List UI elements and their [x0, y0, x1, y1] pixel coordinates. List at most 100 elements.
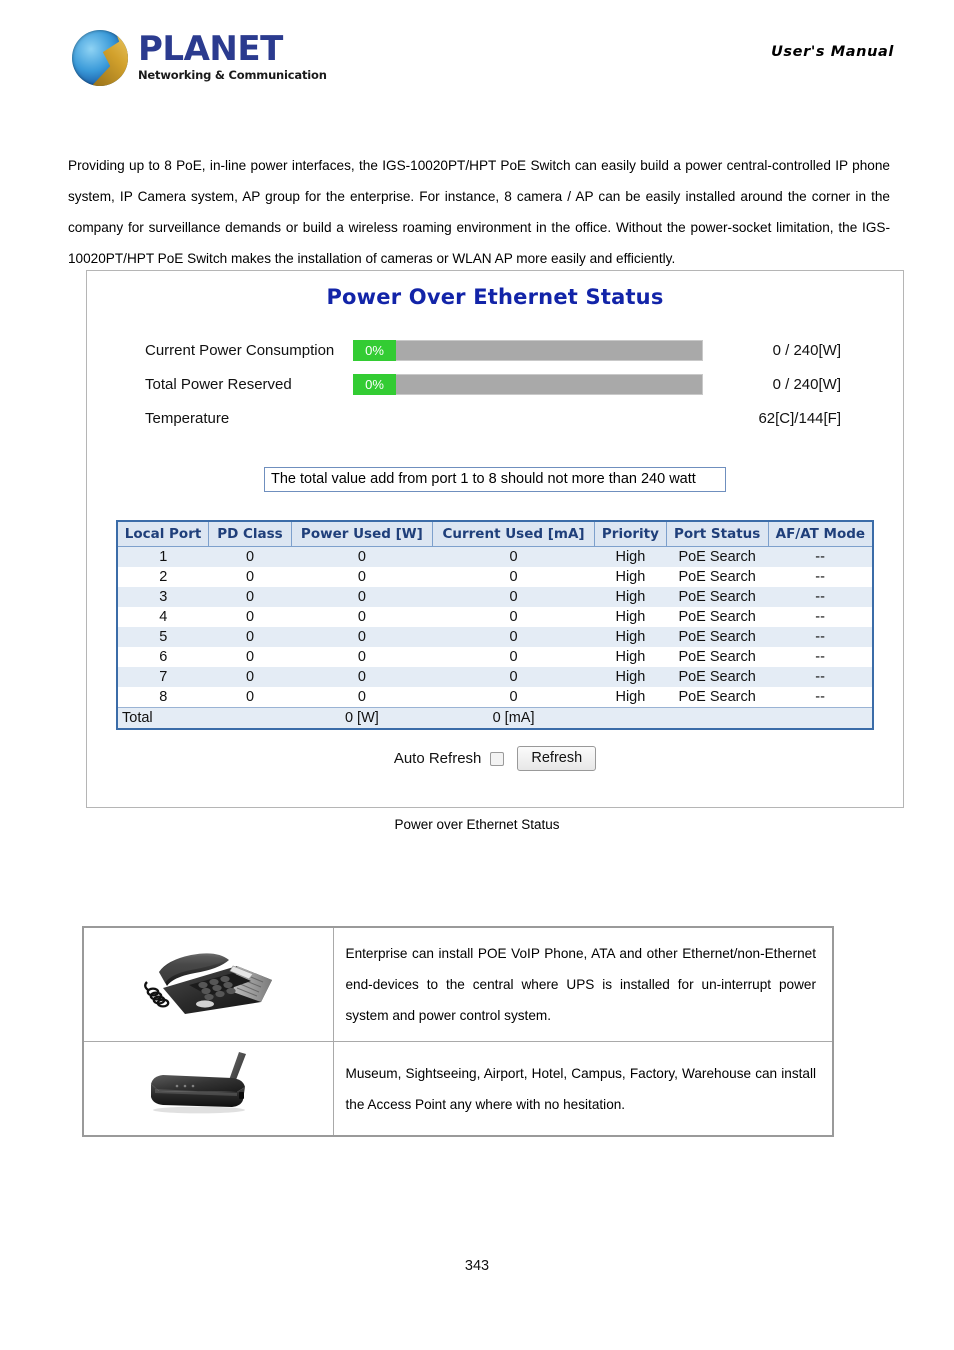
cell-pd-class: 0 — [208, 667, 292, 687]
table-row: Museum, Sightseeing, Airport, Hotel, Cam… — [82, 1041, 834, 1137]
cell-pd-class: 0 — [208, 627, 292, 647]
temperature-row: Temperature 62[C]/144[F] — [145, 407, 903, 429]
page-number: 343 — [464, 1258, 490, 1274]
refresh-controls: Auto Refresh Refresh — [87, 746, 903, 771]
cell-power-used: 0 — [291, 627, 433, 647]
cell-current-used: 0 — [432, 546, 595, 567]
cell-port-status: PoE Search — [666, 687, 769, 708]
cell-current-used: 0 — [432, 687, 595, 708]
cell-port-status: PoE Search — [666, 627, 769, 647]
cell-local-port: 7 — [118, 667, 209, 687]
cell-local-port: 3 — [118, 587, 209, 607]
meter-row-total-power-reserved: Total Power Reserved 0% 0 / 240[W] — [145, 373, 903, 395]
page-header: PLANET Networking & Communication User's… — [0, 22, 954, 86]
cell-af-at-mode: -- — [768, 647, 872, 667]
cell-current-used: 0 — [432, 607, 595, 627]
column-header-power-used: Power Used [W] — [291, 522, 433, 547]
column-header-pd-class: PD Class — [208, 522, 292, 547]
cell-power-used: 0 — [291, 587, 433, 607]
power-budget-notice: The total value add from port 1 to 8 sho… — [264, 467, 726, 492]
wireless-access-point-image — [151, 1052, 247, 1114]
column-header-local-port: Local Port — [118, 522, 210, 547]
meter-row-current-power-consumption: Current Power Consumption 0% 0 / 240[W] — [145, 339, 903, 361]
cell-af-at-mode: -- — [768, 607, 872, 627]
table-row-total: Total 0 [W] 0 [mA] — [118, 707, 872, 728]
voip-phone-description-cell: Enterprise can install POE VoIP Phone, A… — [332, 926, 834, 1042]
cell-power-used: 0 — [291, 567, 433, 587]
cell-priority: High — [594, 687, 667, 708]
cell-port-status: PoE Search — [666, 667, 769, 687]
column-header-af-at-mode: AF/AT Mode — [768, 522, 872, 547]
brand-wordmark: PLANET — [138, 29, 283, 69]
table-row: Enterprise can install POE VoIP Phone, A… — [82, 926, 834, 1042]
cell-total-power-used: 0 [W] — [291, 707, 433, 728]
voip-desk-phone-image-cell — [82, 926, 334, 1042]
brand-text: PLANET Networking & Communication — [138, 30, 327, 82]
brand-logo: PLANET Networking & Communication — [72, 30, 327, 86]
voip-desk-phone-image — [144, 953, 273, 1014]
manual-label: User's Manual — [771, 44, 894, 60]
cell-pd-class: 0 — [208, 607, 292, 627]
poe-port-table: Local Port PD Class Power Used [W] Curre… — [118, 522, 872, 728]
column-header-priority: Priority — [594, 522, 667, 547]
table-row: 3 0 0 0 High PoE Search -- — [118, 587, 872, 607]
power-consumption-progress-bar: 0% — [353, 339, 703, 361]
cell-pd-class: 0 — [208, 587, 292, 607]
auto-refresh-checkbox[interactable] — [490, 751, 505, 766]
table-row: 8 0 0 0 High PoE Search -- — [118, 687, 872, 708]
table-row: 6 0 0 0 High PoE Search -- — [118, 647, 872, 667]
meter-value: 0 / 240[W] — [772, 375, 841, 393]
cell-pd-class: 0 — [208, 567, 292, 587]
figure-caption: Power over Ethernet Status — [394, 817, 560, 832]
table-row: 5 0 0 0 High PoE Search -- — [118, 627, 872, 647]
poe-status-screenshot: Power Over Ethernet Status Current Power… — [86, 270, 904, 808]
wireless-access-point-image-cell — [82, 1041, 334, 1137]
table-row: 2 0 0 0 High PoE Search -- — [118, 567, 872, 587]
table-row: 4 0 0 0 High PoE Search -- — [118, 607, 872, 627]
table-row: 1 0 0 0 High PoE Search -- — [118, 546, 872, 567]
cell-port-status: PoE Search — [666, 587, 769, 607]
cell-af-at-mode: -- — [768, 627, 872, 647]
cell-power-used: 0 — [291, 667, 433, 687]
cell-priority: High — [594, 647, 667, 667]
cell-af-at-mode: -- — [768, 667, 872, 687]
cell-priority: High — [594, 627, 667, 647]
cell-power-used: 0 — [291, 546, 433, 567]
cell-current-used: 0 — [432, 567, 595, 587]
cell-current-used: 0 — [432, 587, 595, 607]
poe-port-table-container: Local Port PD Class Power Used [W] Curre… — [116, 520, 874, 730]
cell-total-af-at-mode — [768, 707, 872, 728]
application-examples-table: Enterprise can install POE VoIP Phone, A… — [82, 926, 834, 1137]
cell-pd-class: 0 — [208, 546, 292, 567]
cell-local-port: 5 — [118, 627, 209, 647]
poe-table-head: Local Port PD Class Power Used [W] Curre… — [118, 522, 872, 547]
cell-pd-class: 0 — [208, 687, 292, 708]
cell-priority: High — [594, 667, 667, 687]
temperature-label: Temperature — [145, 409, 230, 427]
brand-tagline: Networking & Communication — [138, 68, 327, 82]
cell-local-port: 8 — [118, 687, 209, 708]
power-reserved-progress-bar: 0% — [353, 373, 703, 395]
column-header-port-status: Port Status — [666, 522, 769, 547]
cell-af-at-mode: -- — [768, 546, 872, 567]
cell-total-pd-class — [208, 707, 292, 728]
auto-refresh-label: Auto Refresh — [393, 750, 482, 767]
cell-local-port: 6 — [118, 647, 209, 667]
cell-power-used: 0 — [291, 607, 433, 627]
table-row: 7 0 0 0 High PoE Search -- — [118, 667, 872, 687]
cell-port-status: PoE Search — [666, 567, 769, 587]
meter-label: Current Power Consumption — [145, 341, 335, 359]
meter-label: Total Power Reserved — [145, 375, 292, 393]
cell-total-port-status — [666, 707, 769, 728]
cell-local-port: 1 — [118, 546, 209, 567]
refresh-button[interactable]: Refresh — [517, 746, 597, 771]
meter-track — [396, 373, 703, 395]
cell-total-label: Total — [118, 707, 209, 728]
poe-table-body: 1 0 0 0 High PoE Search -- 2 0 0 0 High … — [118, 546, 872, 728]
cell-total-priority — [594, 707, 667, 728]
cell-current-used: 0 — [432, 667, 595, 687]
cell-power-used: 0 — [291, 647, 433, 667]
cell-port-status: PoE Search — [666, 607, 769, 627]
intro-paragraph: Providing up to 8 PoE, in-line power int… — [68, 158, 890, 266]
access-point-description-cell: Museum, Sightseeing, Airport, Hotel, Cam… — [332, 1041, 834, 1137]
